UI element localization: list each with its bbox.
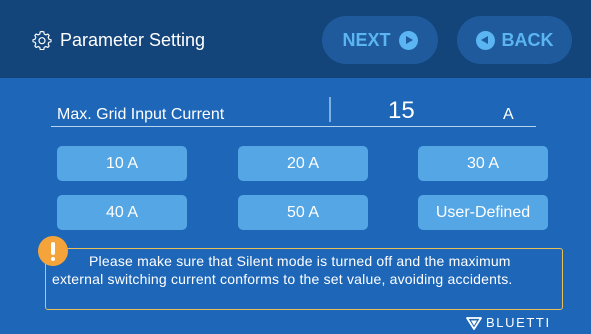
field-label: Max. Grid Input Current <box>57 106 225 123</box>
warning-text: Please make sure that Silent mode is tur… <box>52 253 513 287</box>
play-circle-icon <box>398 30 418 50</box>
option-20a-button[interactable]: 20 A <box>238 146 368 181</box>
field-divider <box>329 97 331 122</box>
option-30a-button[interactable]: 30 A <box>418 146 548 181</box>
back-label: BACK <box>501 29 554 50</box>
brand-logo: BLUETTI <box>466 315 551 331</box>
current-value-input[interactable]: 15 <box>388 97 415 125</box>
option-40a-button[interactable]: 40 A <box>57 195 187 230</box>
page-title: Parameter Setting <box>60 30 206 50</box>
warning-box: Please make sure that Silent mode is tur… <box>45 248 563 310</box>
back-button[interactable]: BACK <box>457 16 572 64</box>
next-label: NEXT <box>342 29 391 50</box>
field-unit: A <box>503 106 514 123</box>
bluetti-logo-icon <box>466 316 482 330</box>
option-50a-button[interactable]: 50 A <box>238 195 368 230</box>
option-user-defined-button[interactable]: User-Defined <box>418 195 548 230</box>
next-button[interactable]: NEXT <box>322 16 438 64</box>
gear-icon <box>32 30 52 50</box>
option-10a-button[interactable]: 10 A <box>57 146 187 181</box>
field-underline <box>51 126 536 127</box>
brand-name: BLUETTI <box>486 315 551 330</box>
exclamation-icon <box>38 236 68 266</box>
screen: Parameter Setting NEXT BACK Max. Grid In… <box>0 0 591 334</box>
back-circle-icon <box>475 30 495 50</box>
header-bar: Parameter Setting NEXT BACK <box>0 0 591 78</box>
